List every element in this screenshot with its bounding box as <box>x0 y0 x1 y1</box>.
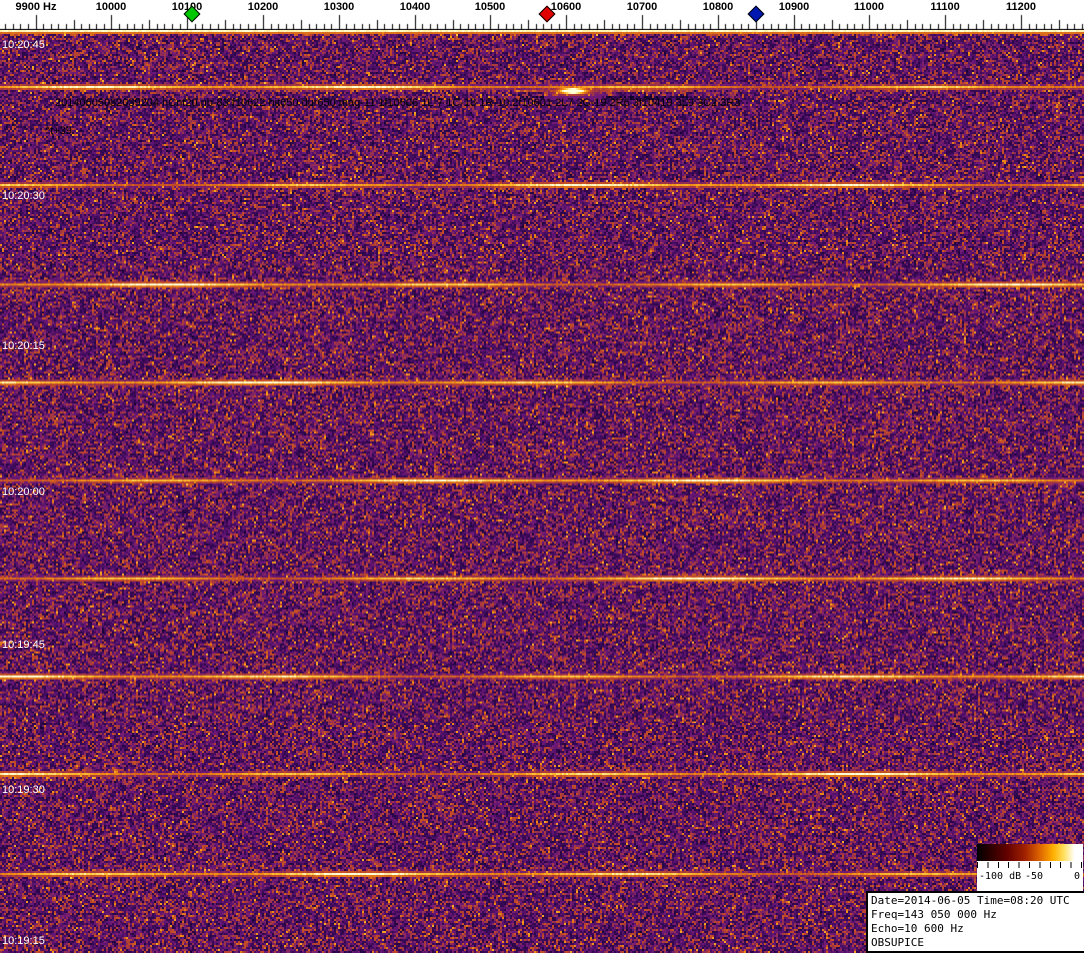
db-legend-max-label: 0 <box>1073 871 1080 882</box>
ruler-tick-label: 11200 <box>1006 1 1036 13</box>
waterfall-canvas[interactable] <box>0 30 1084 953</box>
db-legend-mid-label: -50 <box>1025 871 1044 882</box>
db-gradient-bar <box>977 844 1083 861</box>
time-label: 10:20:15 <box>2 340 45 352</box>
ruler-tick-label: 10300 <box>323 1 355 13</box>
ruler-tick-label: 9900 Hz <box>15 1 57 13</box>
ruler-tick-label: 10500 <box>474 1 506 13</box>
info-date-time: Date=2014-06-05 Time=08:20 UTC <box>871 894 1070 907</box>
ruler-tick-label: 11100 <box>930 1 960 13</box>
waterfall-display[interactable]: 20140605082039204 hCnt20 nb-83 f10622 hi… <box>0 30 1084 953</box>
time-label: 10:20:00 <box>2 486 45 498</box>
db-legend-min-label: -100 dB <box>979 871 1022 882</box>
time-label: 10:20:30 <box>2 190 45 202</box>
ruler-tick-label: 10900 <box>778 1 810 13</box>
db-legend-ticks <box>977 862 1083 868</box>
ruler-tick-label: 10700 <box>626 1 658 13</box>
db-color-legend: -100 dB -50 0 <box>977 844 1083 891</box>
time-label: 10:19:45 <box>2 639 45 651</box>
detection-annotation-marker: ^t+39 <box>45 125 72 137</box>
time-label: 10:19:15 <box>2 935 45 947</box>
ruler-tick-label: 10800 <box>702 1 734 13</box>
time-label: 10:19:30 <box>2 784 45 796</box>
ruler-tick-label: 10400 <box>399 1 431 13</box>
detection-annotation: 20140605082039204 hCnt20 nb-83 f10622 hi… <box>55 97 741 109</box>
info-observatory: OBSUPICE <box>871 936 924 949</box>
info-echo: Echo=10 600 Hz <box>871 922 964 935</box>
info-frequency: Freq=143 050 000 Hz <box>871 908 997 921</box>
ruler-tick-label: 10000 <box>95 1 127 13</box>
spectrogram-app: 9900 Hz 10000 10100 10200 10300 10400 10500 106… <box>0 0 1084 953</box>
ruler-tick-label: 10600 <box>550 1 582 13</box>
frequency-ruler[interactable]: 9900 Hz 10000 10100 10200 10300 10400 10500 106… <box>0 0 1084 30</box>
observation-info-box: Date=2014-06-05 Time=08:20 UTC Freq=143 … <box>866 891 1084 953</box>
ruler-tick-label: 10200 <box>247 1 279 13</box>
time-label: 10:20:45 <box>2 39 45 51</box>
ruler-tick-label: 11000 <box>854 1 884 13</box>
